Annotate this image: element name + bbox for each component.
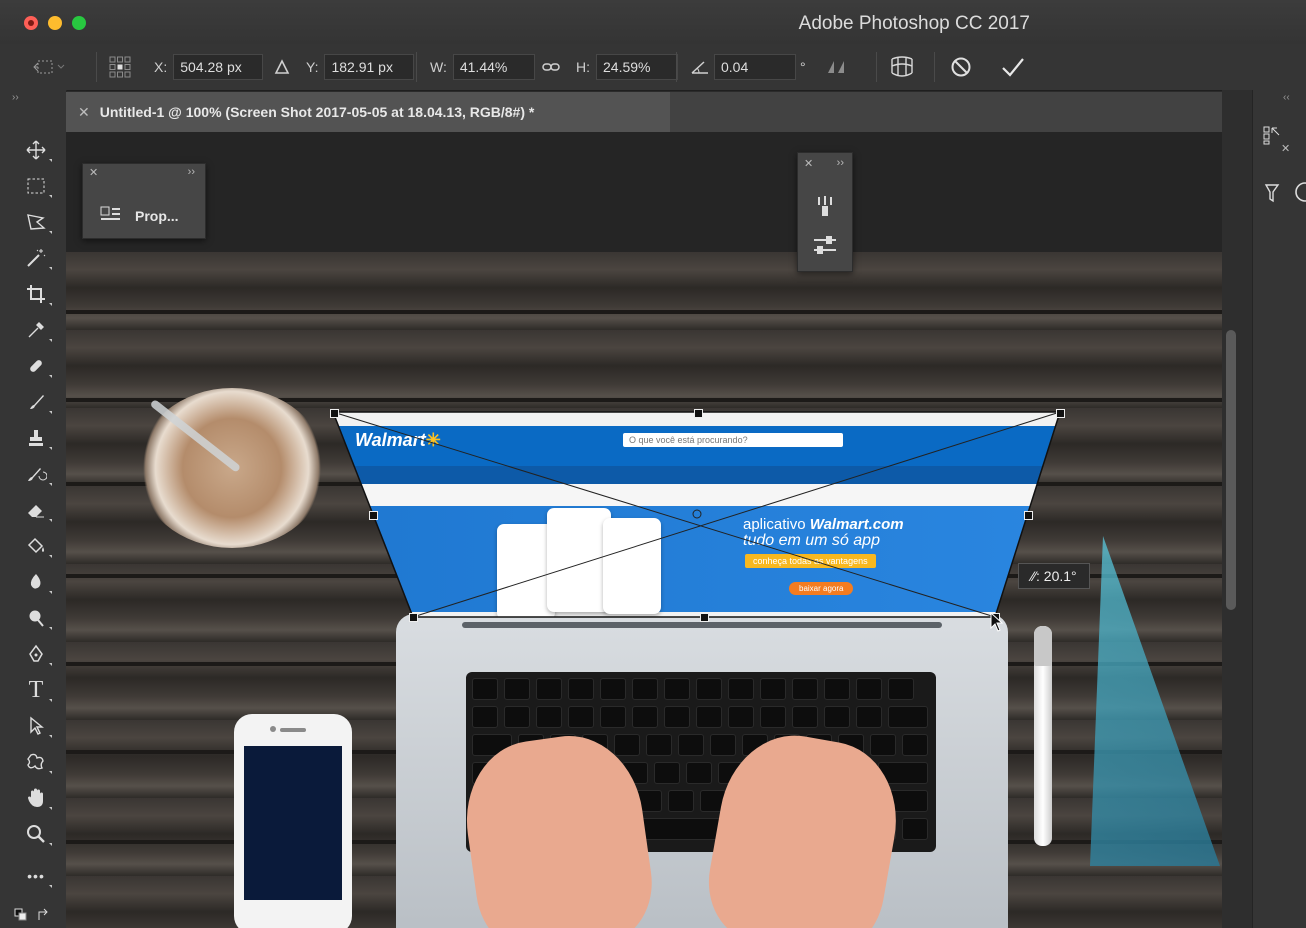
document-tab-bar: ✕ Untitled-1 @ 100% (Screen Shot 2017-05…	[66, 92, 1222, 132]
libraries-icon[interactable]	[1261, 124, 1283, 151]
brush-tool-icon[interactable]	[22, 388, 52, 416]
edit-toolbar-icon[interactable]: •••	[22, 862, 52, 890]
document-tab-label: Untitled-1 @ 100% (Screen Shot 2017-05-0…	[99, 104, 535, 120]
crop-tool-icon[interactable]	[22, 280, 52, 308]
pen-image	[1034, 626, 1052, 846]
eraser-tool-icon[interactable]	[22, 496, 52, 524]
marquee-tool-icon[interactable]	[22, 172, 52, 200]
website-nav	[333, 466, 1060, 484]
swap-colors-icon[interactable]	[36, 908, 50, 927]
transform-angle-tooltip: ⁄⁄: 20.1°	[1018, 563, 1090, 589]
dodge-tool-icon[interactable]	[22, 604, 52, 632]
canvas-vertical-scrollbar[interactable]	[1226, 330, 1236, 610]
pen-tool-icon[interactable]	[22, 640, 52, 668]
website-banner	[333, 506, 1060, 612]
website-search-input: O que você está procurando?	[623, 433, 843, 447]
relative-position-icon[interactable]	[274, 44, 290, 90]
x-label: X:	[154, 59, 168, 75]
rotation-angle-field[interactable]: 0.04	[714, 54, 796, 80]
paint-bucket-tool-icon[interactable]	[22, 532, 52, 560]
collapse-panel-icon[interactable]: ››	[12, 92, 19, 103]
angle-unit: °	[800, 59, 806, 75]
website-headline: aplicativo Walmart.com	[743, 516, 904, 533]
close-panel-icon[interactable]: ✕	[1281, 142, 1290, 155]
close-window-button[interactable]	[24, 16, 38, 30]
cancel-transform-icon[interactable]	[950, 44, 972, 90]
angle-icon	[690, 44, 710, 90]
y-label: Y:	[306, 59, 319, 75]
canvas-pasteboard[interactable]	[66, 132, 1222, 252]
lasso-tool-icon[interactable]	[22, 208, 52, 236]
height-field[interactable]: 24.59%	[596, 54, 678, 80]
close-panel-icon[interactable]: ✕	[804, 157, 813, 170]
close-document-icon[interactable]: ✕	[78, 104, 90, 121]
walmart-logo: Walmart✳	[355, 430, 441, 450]
properties-panel-label[interactable]: Prop...	[135, 208, 179, 224]
zoom-tool-icon[interactable]	[22, 820, 52, 848]
collapse-dock-icon[interactable]: ‹‹	[1283, 92, 1290, 103]
title-bar: Adobe Photoshop CC 2017	[0, 0, 1306, 45]
properties-mini-panel: ✕ ›› Prop...	[82, 163, 206, 239]
website-promo-strip	[333, 484, 1060, 507]
blur-tool-icon[interactable]	[22, 568, 52, 596]
triangle-ruler-image	[1090, 536, 1220, 866]
website-subheadline: tudo em um só app	[743, 532, 880, 549]
minimize-window-button[interactable]	[48, 16, 62, 30]
reference-point-icon[interactable]	[108, 44, 132, 90]
commit-transform-icon[interactable]	[1000, 44, 1026, 90]
close-panel-icon[interactable]: ✕	[89, 166, 98, 179]
app-screenshot-phone	[547, 508, 611, 612]
smartphone-image	[234, 714, 352, 928]
website-cta-button: conheça todas as vantagens	[745, 554, 876, 568]
expand-panel-icon[interactable]: ››	[837, 157, 844, 169]
move-tool-icon[interactable]	[22, 136, 52, 164]
path-selection-tool-icon[interactable]	[22, 712, 52, 740]
width-field[interactable]: 41.44%	[452, 54, 535, 80]
tools-panel: ›› T •••	[0, 90, 67, 928]
properties-icon[interactable]	[99, 204, 123, 229]
expand-panel-icon[interactable]: ››	[188, 166, 195, 178]
h-label: H:	[576, 59, 590, 75]
custom-shape-tool-icon[interactable]	[22, 748, 52, 776]
clone-stamp-tool-icon[interactable]	[22, 424, 52, 452]
character-style-icon[interactable]	[1263, 182, 1283, 209]
warp-mode-icon[interactable]	[888, 44, 916, 90]
default-colors-icon[interactable]	[14, 908, 28, 927]
y-position-field[interactable]: 182.91 px	[324, 54, 415, 80]
window-title: Adobe Photoshop CC 2017	[798, 13, 1030, 34]
skew-icon[interactable]	[826, 44, 854, 90]
transformed-layer[interactable]: Walmart✳ O que você está procurando? apl…	[333, 412, 1060, 617]
transform-tool-preset-icon[interactable]	[30, 44, 66, 90]
search-panel-icon[interactable]	[1291, 182, 1306, 209]
adjustments-icon[interactable]	[812, 233, 838, 262]
app-screenshot-phone	[603, 518, 661, 614]
hand-tool-icon[interactable]	[22, 784, 52, 812]
adjustments-mini-panel: ✕ ››	[797, 152, 853, 272]
healing-brush-tool-icon[interactable]	[22, 352, 52, 380]
website-download-button: baixar agora	[789, 582, 854, 595]
x-position-field[interactable]: 504.28 px	[173, 54, 264, 80]
options-bar: X: 504.28 px Y: 182.91 px W: 41.44% H: 2…	[0, 44, 1306, 91]
eyedropper-tool-icon[interactable]	[22, 316, 52, 344]
magic-wand-tool-icon[interactable]	[22, 244, 52, 272]
link-icon[interactable]	[542, 44, 560, 90]
document-tab[interactable]: ✕ Untitled-1 @ 100% (Screen Shot 2017-05…	[66, 92, 670, 132]
brushes-icon[interactable]	[812, 193, 838, 224]
history-brush-tool-icon[interactable]	[22, 460, 52, 488]
zoom-window-button[interactable]	[72, 16, 86, 30]
type-tool-icon[interactable]: T	[22, 676, 52, 704]
w-label: W:	[430, 59, 447, 75]
